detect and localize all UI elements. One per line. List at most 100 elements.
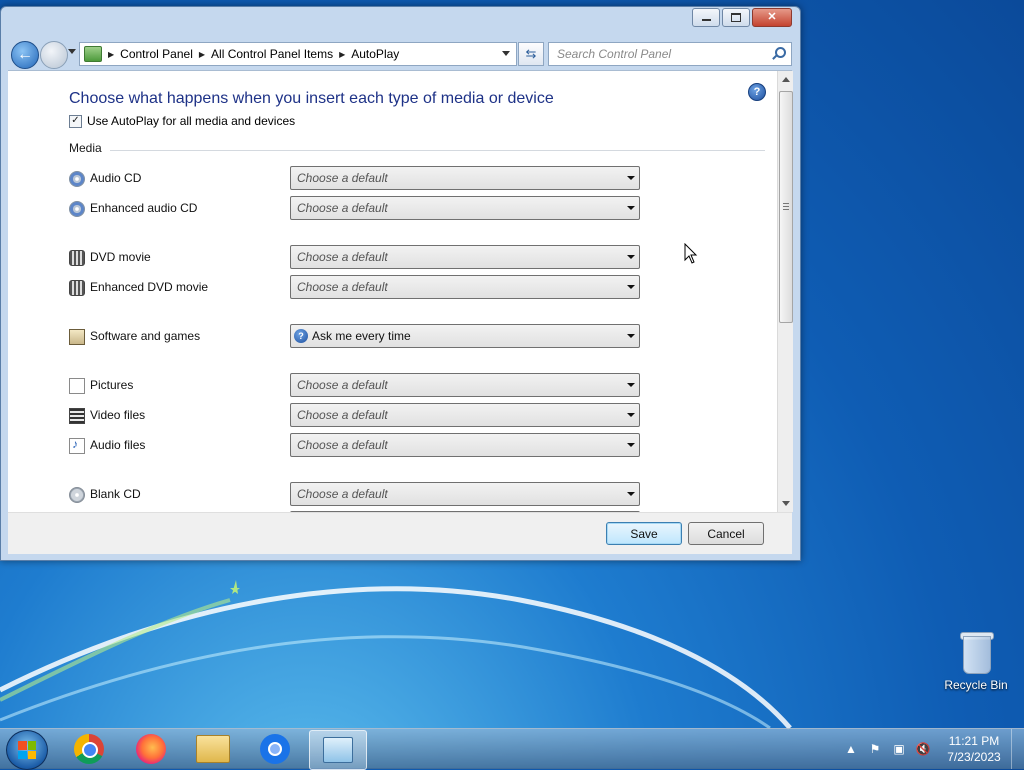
help-icon[interactable]: ?	[748, 83, 766, 101]
dvd-icon	[69, 250, 85, 266]
close-button[interactable]: ✕	[752, 8, 792, 27]
video-files-icon	[69, 408, 85, 424]
breadcrumb-arrow-icon[interactable]: ▶	[339, 50, 345, 59]
recent-pages-dropdown-icon[interactable]	[68, 49, 76, 54]
maximize-button[interactable]	[722, 8, 750, 27]
address-dropdown-icon[interactable]	[502, 51, 510, 56]
back-arrow-icon: ←	[17, 46, 33, 63]
taskbar-chromium[interactable]	[247, 730, 303, 768]
media-label: Software and games	[90, 329, 201, 343]
show-hidden-icons-icon[interactable]: ▲	[844, 742, 858, 756]
select-value: Choose a default	[297, 438, 388, 452]
use-autoplay-option[interactable]: ✓ Use AutoPlay for all media and devices	[69, 114, 295, 128]
mouse-cursor-icon	[684, 243, 698, 264]
media-row-blank-cd: Blank CD Choose a default	[69, 482, 649, 506]
audio-files-select[interactable]: Choose a default	[290, 433, 640, 457]
pictures-icon	[69, 378, 85, 394]
taskbar-chrome[interactable]	[61, 730, 117, 768]
use-autoplay-checkbox[interactable]: ✓	[69, 114, 82, 128]
breadcrumb-autoplay[interactable]: AutoPlay	[351, 47, 399, 61]
audio-cd-select[interactable]: Choose a default	[290, 166, 640, 190]
clock-date: 7/23/2023	[947, 750, 1001, 764]
file-explorer-icon	[196, 735, 230, 763]
start-button[interactable]	[6, 730, 48, 770]
taskbar-firefox[interactable]	[123, 730, 179, 768]
maximize-icon	[731, 13, 741, 22]
clock[interactable]: 11:21 PM 7/23/2023	[944, 733, 1004, 765]
back-button[interactable]: ←	[11, 41, 39, 69]
media-label: Video files	[90, 408, 146, 422]
control-panel-icon	[84, 46, 102, 62]
media-section-label: Media	[69, 141, 102, 155]
autoplay-content: Choose what happens when you insert each…	[8, 70, 792, 513]
media-row-enhanced-dvd-movie: Enhanced DVD movie Choose a default	[69, 275, 649, 299]
control-panel-icon	[323, 737, 353, 763]
search-box[interactable]: Search Control Panel	[548, 42, 792, 66]
media-label: Blank CD	[90, 487, 141, 501]
clock-time: 11:21 PM	[948, 734, 1000, 748]
chromium-icon	[260, 734, 290, 764]
taskbar-file-explorer[interactable]	[185, 730, 241, 768]
refresh-button[interactable]: ⇆	[518, 42, 544, 66]
action-center-flag-icon[interactable]: ⚑	[868, 742, 882, 756]
search-icon[interactable]	[771, 47, 786, 61]
taskbar-control-panel[interactable]	[309, 730, 367, 770]
navigation-bar: ← ▶ Control Panel ▶ All Control Panel It…	[7, 41, 792, 69]
audio-cd-icon	[69, 201, 85, 217]
recycle-bin-label: Recycle Bin	[944, 678, 1008, 692]
breadcrumb-control-panel[interactable]: Control Panel	[120, 47, 193, 61]
forward-button[interactable]	[40, 41, 68, 69]
scroll-down-icon[interactable]	[782, 501, 790, 506]
address-bar[interactable]: ▶ Control Panel ▶ All Control Panel Item…	[79, 42, 517, 66]
blank-cd-select[interactable]: Choose a default	[290, 482, 640, 506]
title-bar[interactable]: ✕	[1, 7, 800, 37]
media-row-video-files: Video files Choose a default	[69, 403, 649, 427]
volume-muted-icon[interactable]: 🔇	[916, 742, 931, 756]
select-value: Choose a default	[297, 378, 388, 392]
minimize-button[interactable]	[692, 8, 720, 27]
section-divider	[110, 150, 765, 151]
software-and-games-select[interactable]: ? Ask me every time	[290, 324, 640, 348]
media-row-audio-cd: Audio CD Choose a default	[69, 166, 649, 190]
chevron-down-icon	[627, 334, 635, 338]
chevron-down-icon	[627, 285, 635, 289]
scroll-up-icon[interactable]	[782, 77, 790, 82]
question-mark-icon: ?	[294, 329, 308, 343]
close-icon: ✕	[767, 11, 777, 23]
media-label: Audio files	[90, 438, 146, 452]
minimize-icon	[701, 19, 711, 21]
media-row-software-and-games: Software and games ? Ask me every time	[69, 324, 649, 348]
network-icon[interactable]: ▣	[892, 742, 906, 756]
breadcrumb-arrow-icon[interactable]: ▶	[199, 50, 205, 59]
media-row-pictures: Pictures Choose a default	[69, 373, 649, 397]
cancel-button[interactable]: Cancel	[688, 522, 764, 545]
vertical-scrollbar[interactable]	[777, 71, 793, 512]
audio-cd-icon	[69, 171, 85, 187]
chevron-down-icon	[627, 206, 635, 210]
firefox-icon	[136, 734, 166, 764]
select-value: Choose a default	[297, 250, 388, 264]
enhanced-dvd-movie-select[interactable]: Choose a default	[290, 275, 640, 299]
window-controls: ✕	[692, 8, 792, 27]
show-desktop-button[interactable]	[1011, 729, 1024, 769]
pictures-select[interactable]: Choose a default	[290, 373, 640, 397]
media-label: DVD movie	[90, 250, 151, 264]
video-files-select[interactable]: Choose a default	[290, 403, 640, 427]
media-row-enhanced-audio-cd: Enhanced audio CD Choose a default	[69, 196, 649, 220]
use-autoplay-label[interactable]: Use AutoPlay for all media and devices	[87, 114, 295, 128]
chevron-down-icon	[627, 383, 635, 387]
save-button[interactable]: Save	[606, 522, 682, 545]
recycle-bin[interactable]: Recycle Bin	[936, 630, 1016, 692]
search-input[interactable]: Search Control Panel	[557, 47, 771, 61]
breadcrumb-all-items[interactable]: All Control Panel Items	[211, 47, 333, 61]
chrome-icon	[74, 734, 104, 764]
enhanced-audio-cd-select[interactable]: Choose a default	[290, 196, 640, 220]
breadcrumb-arrow-icon[interactable]: ▶	[108, 50, 114, 59]
autoplay-window: ✕ ← ▶ Control Panel ▶ All Control Panel …	[0, 6, 801, 561]
grip-icon	[783, 203, 789, 210]
select-value: Choose a default	[297, 201, 388, 215]
media-label: Pictures	[90, 378, 134, 392]
scrollbar-thumb[interactable]	[779, 91, 793, 323]
dvd-movie-select[interactable]: Choose a default	[290, 245, 640, 269]
audio-files-icon	[69, 437, 85, 454]
